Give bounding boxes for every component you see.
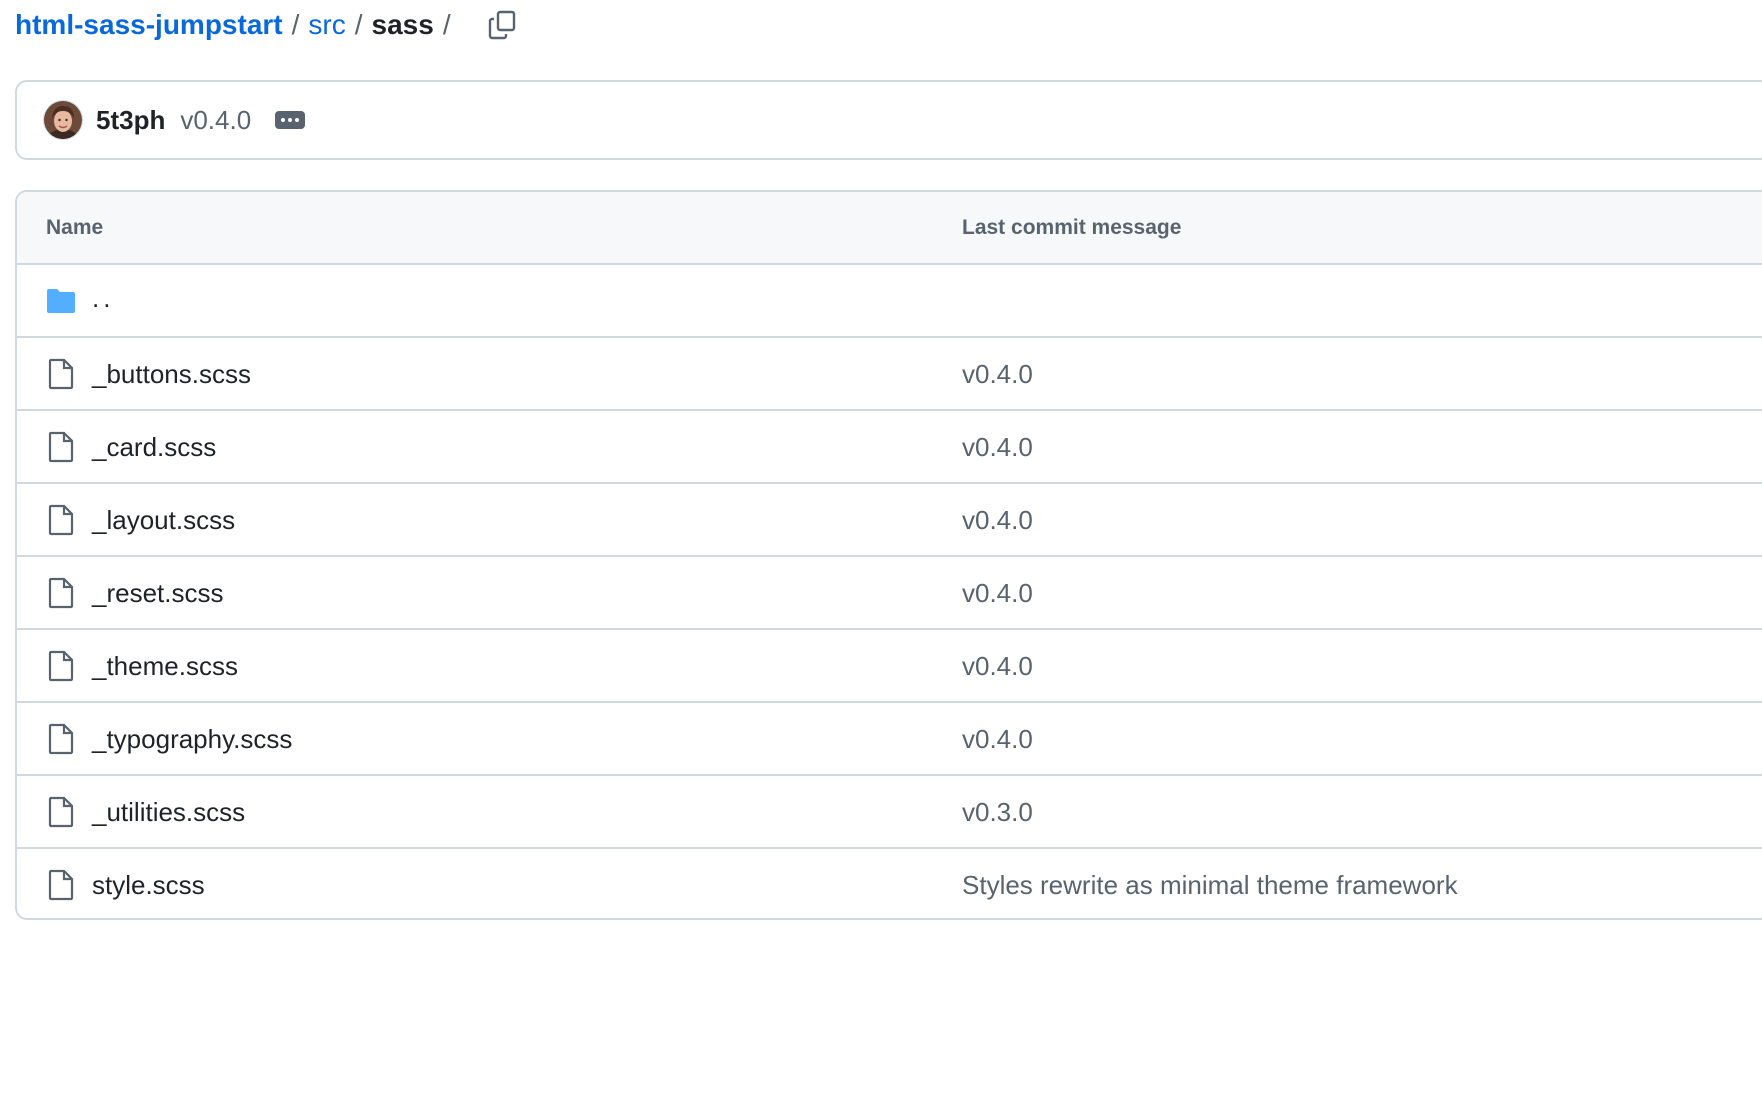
avatar[interactable] [44,101,82,139]
parent-directory-link[interactable]: .. [92,283,114,314]
table-row[interactable]: _utilities.scss v0.3.0 [17,776,1762,849]
file-name-link[interactable]: _card.scss [92,432,216,463]
file-icon [48,358,74,390]
table-header: Name Last commit message [17,192,1762,265]
column-header-name: Name [46,216,104,239]
breadcrumb-folder-link[interactable]: src [308,9,345,41]
breadcrumb: html-sass-jumpstart / src / sass / [15,4,520,46]
file-name-link[interactable]: _typography.scss [92,724,292,755]
table-row[interactable]: _typography.scss v0.4.0 [17,703,1762,776]
commit-message-link[interactable]: v0.4.0 [962,724,1033,755]
table-row[interactable]: _card.scss v0.4.0 [17,411,1762,484]
file-name-link[interactable]: _layout.scss [92,505,235,536]
commit-message-link[interactable]: v0.4.0 [962,651,1033,682]
breadcrumb-repo-link[interactable]: html-sass-jumpstart [15,9,283,41]
commit-author[interactable]: 5t3ph [96,105,165,136]
table-row[interactable]: _buttons.scss v0.4.0 [17,338,1762,411]
breadcrumb-current: sass [371,9,434,40]
table-row[interactable]: _reset.scss v0.4.0 [17,557,1762,630]
breadcrumb-separator: / [442,9,451,40]
file-name-link[interactable]: _reset.scss [92,578,224,609]
file-icon [48,577,74,609]
copy-icon [488,10,515,40]
file-name-link[interactable]: _utilities.scss [92,797,245,828]
commit-message-link[interactable]: v0.4.0 [962,432,1033,463]
commit-message[interactable]: v0.4.0 [180,105,251,136]
breadcrumb-separator: / [354,9,363,40]
commit-message-link[interactable]: v0.4.0 [962,578,1033,609]
kebab-horizontal-icon[interactable] [275,111,306,129]
breadcrumb-separator: / [291,9,300,40]
parent-directory-row[interactable]: .. [17,265,1762,338]
commit-message-link[interactable]: v0.3.0 [962,797,1033,828]
table-row[interactable]: _theme.scss v0.4.0 [17,630,1762,703]
file-icon [48,869,74,901]
column-header-last-commit: Last commit message [962,216,1182,239]
commit-message-link[interactable]: v0.4.0 [962,359,1033,390]
file-name-link[interactable]: _buttons.scss [92,359,251,390]
file-icon [48,723,74,755]
commit-message-link[interactable]: Styles rewrite as minimal theme framewor… [962,870,1458,901]
file-table: Name Last commit message .. _buttons.scs… [15,190,1762,920]
table-row[interactable]: _layout.scss v0.4.0 [17,484,1762,557]
copy-path-button[interactable] [486,8,520,42]
latest-commit-bar: 5t3ph v0.4.0 [15,80,1762,160]
file-icon [48,504,74,536]
commit-message-link[interactable]: v0.4.0 [962,505,1033,536]
file-icon [48,431,74,463]
file-icon [48,796,74,828]
table-row[interactable]: style.scss Styles rewrite as minimal the… [17,849,1762,918]
folder-icon [47,289,75,313]
file-name-link[interactable]: _theme.scss [92,651,238,682]
file-icon [48,650,74,682]
file-name-link[interactable]: style.scss [92,870,205,901]
